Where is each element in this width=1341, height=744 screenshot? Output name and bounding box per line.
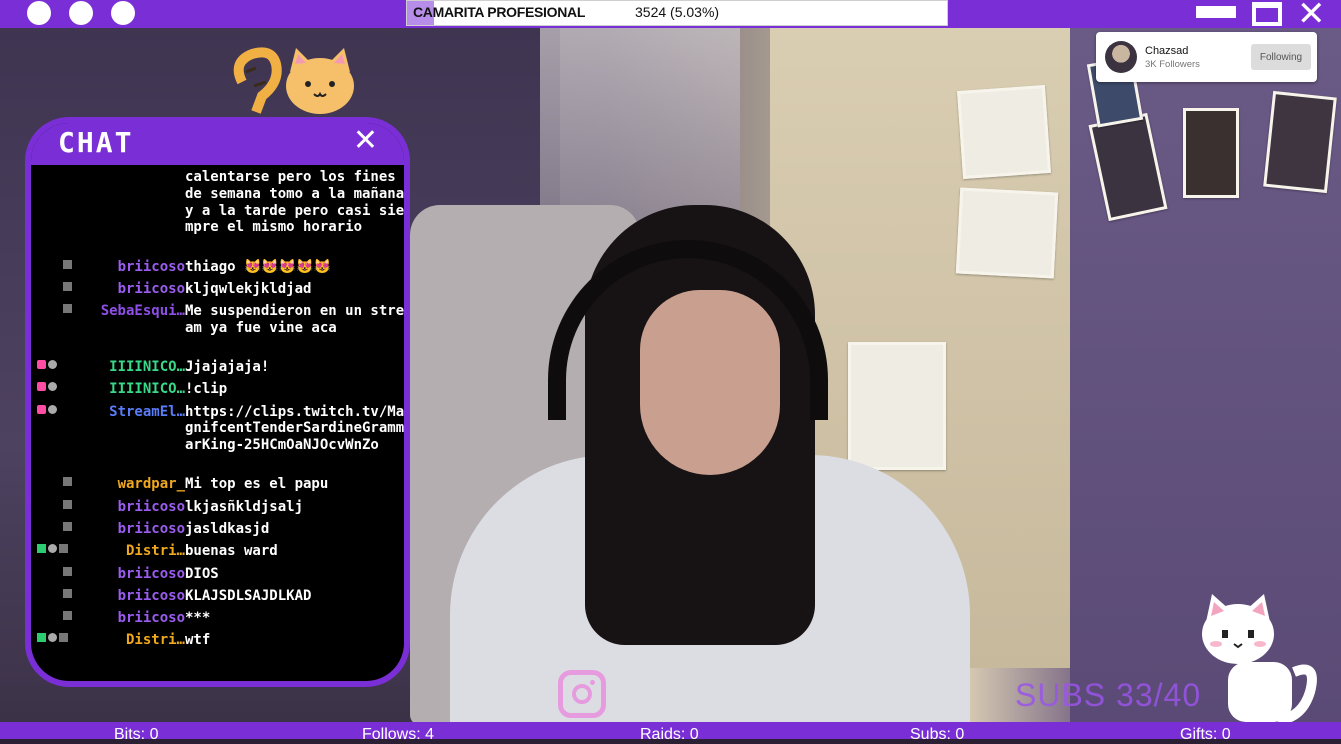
chat-username[interactable]: briicoso <box>118 588 185 605</box>
chat-widget: CHAT ✕ calentarse pero los fines de sema… <box>25 117 410 687</box>
chat-username[interactable]: IIIINICO… <box>109 359 185 376</box>
chat-message-text: kljqwlekjkldjad <box>185 280 312 297</box>
user-badges <box>37 633 69 646</box>
user-badges <box>37 544 69 557</box>
wall-poster <box>1183 108 1239 198</box>
chat-title: CHAT <box>58 126 134 159</box>
chat-message-text: lkjasñkldjsalj <box>185 498 304 515</box>
green-badge-icon <box>37 544 46 554</box>
user-badges <box>63 281 73 295</box>
chat-username[interactable]: Distri… <box>126 632 185 649</box>
wall-poster <box>955 187 1059 279</box>
ban-badge-icon <box>63 304 72 314</box>
ban-badge-icon <box>63 499 72 509</box>
ban-badge-icon <box>59 544 68 554</box>
wall-poster <box>1263 90 1337 194</box>
chat-message-text: !clip <box>185 381 228 398</box>
goal-progress-bar: CAMARITA PROFESIONAL 3524 (5.03%) <box>406 0 948 26</box>
cat-mascot-icon <box>233 47 354 114</box>
chat-username[interactable]: Distri… <box>126 543 185 560</box>
chat-username[interactable]: briicoso <box>118 281 185 298</box>
stat-bits: Bits: 0 <box>114 726 159 743</box>
chat-close-icon[interactable]: ✕ <box>353 123 378 158</box>
subs-goal: SUBS 33/40 <box>1015 677 1202 713</box>
window-dot-icon[interactable] <box>69 1 93 25</box>
ban-badge-icon <box>63 259 72 269</box>
user-badges <box>63 304 73 317</box>
wall-poster <box>957 85 1051 179</box>
heart-badge-icon <box>37 360 46 369</box>
chat-message-text: calentarse pero los fines de semana tomo… <box>185 169 404 236</box>
user-badges <box>37 360 59 373</box>
chat-message-text: *** <box>185 610 211 627</box>
channel-name: Chazsad <box>1145 45 1189 57</box>
grey-badge-icon <box>48 404 57 414</box>
green-badge-icon <box>37 633 46 643</box>
chat-username[interactable]: briicoso <box>118 566 185 583</box>
chat-username[interactable]: briicoso <box>118 499 185 516</box>
chat-username[interactable]: briicoso <box>118 259 185 276</box>
heart-badge-icon <box>37 404 46 414</box>
chat-message-text: wtf <box>185 632 211 649</box>
heart-badge-icon <box>37 382 46 392</box>
chat-username[interactable]: SebaEsqui… <box>101 303 185 320</box>
chat-username[interactable]: wardpar_ <box>118 476 185 493</box>
goal-label: CAMARITA PROFESIONAL <box>413 4 586 20</box>
chat-message-text: jasldkasjd <box>185 520 270 537</box>
chat-message-text: buenas ward <box>185 543 278 560</box>
chat-message-text: Jjajajaja! <box>185 359 270 375</box>
stat-gifts: Gifts: 0 <box>1180 726 1231 743</box>
grey-badge-icon <box>48 382 57 392</box>
user-badges <box>63 259 73 273</box>
stat-raids: Raids: 0 <box>640 726 699 743</box>
user-badges <box>63 477 73 490</box>
user-badges <box>63 521 73 535</box>
user-badges <box>37 382 59 395</box>
grey-badge-icon <box>48 633 57 643</box>
user-badges <box>63 588 73 602</box>
chat-message-text: https://clips.twitch.tv/MagnifcentTender… <box>185 403 404 454</box>
ban-badge-icon <box>63 566 72 576</box>
chat-message-text: Mi top es el papu <box>185 476 329 493</box>
minimize-icon[interactable] <box>1196 6 1236 18</box>
maximize-icon[interactable] <box>1252 2 1282 26</box>
user-badges <box>63 611 73 624</box>
instagram-icon[interactable] <box>558 670 606 718</box>
following-button[interactable]: Following <box>1251 44 1311 70</box>
ban-badge-icon <box>63 477 72 487</box>
user-badges <box>37 404 59 418</box>
grey-badge-icon <box>48 360 57 369</box>
ban-badge-icon <box>63 521 72 531</box>
follower-count: 3K Followers <box>1145 59 1200 70</box>
chat-message-text: KLAJSDLSAJDLKAD <box>185 587 312 604</box>
follow-card: Chazsad 3K Followers Following <box>1096 32 1317 82</box>
chat-username[interactable]: briicoso <box>118 521 185 538</box>
stat-follows: Follows: 4 <box>362 726 435 743</box>
chat-username[interactable]: IIIINICO… <box>109 381 185 398</box>
white-cat-mascot-icon <box>1202 594 1317 725</box>
user-badges <box>63 499 73 513</box>
ban-badge-icon <box>59 633 68 643</box>
stat-subs: Subs: 0 <box>910 726 965 743</box>
chat-panel: CHAT ✕ calentarse pero los fines de sema… <box>31 123 404 681</box>
ban-badge-icon <box>63 611 72 621</box>
top-bar: CAMARITA PROFESIONAL 3524 (5.03%) ✕ <box>0 0 1341 34</box>
chat-header: CHAT ✕ <box>31 123 404 165</box>
ban-badge-icon <box>63 281 72 291</box>
window-dot-icon[interactable] <box>111 1 135 25</box>
chat-username[interactable]: briicoso <box>118 610 185 627</box>
chat-message-text: Me suspendieron en un stream ya fue vine… <box>185 303 404 336</box>
window-dot-icon[interactable] <box>27 1 51 25</box>
close-icon[interactable]: ✕ <box>1297 0 1326 34</box>
chat-message-text: DIOS <box>185 565 219 582</box>
chat-message-text: thiago 😻😻😻😻😻 <box>185 258 332 275</box>
wall-poster <box>848 342 946 470</box>
ban-badge-icon <box>63 588 72 598</box>
chat-username[interactable]: StreamEl… <box>109 404 185 421</box>
avatar <box>1105 41 1137 73</box>
user-badges <box>63 566 73 580</box>
grey-badge-icon <box>48 544 57 554</box>
stats-bar: Bits: 0 Follows: 4 Raids: 0 Subs: 0 Gift… <box>0 722 1341 743</box>
goal-count: 3524 (5.03%) <box>635 4 720 20</box>
